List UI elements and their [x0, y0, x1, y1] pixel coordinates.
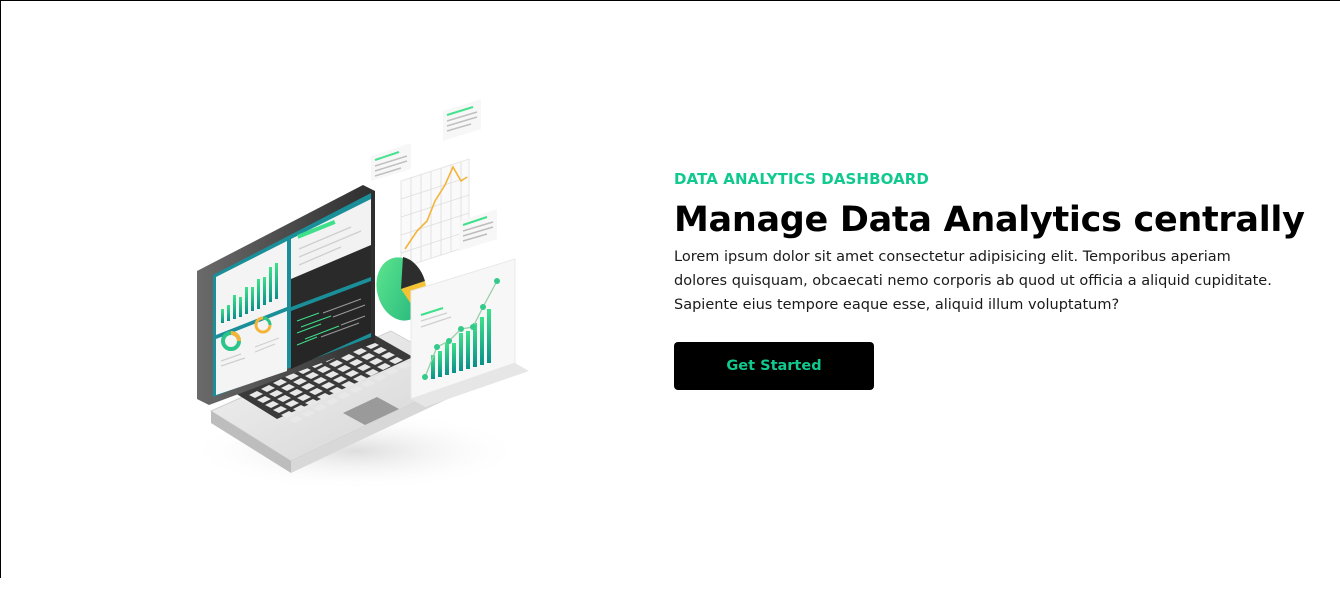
hero-headline: Manage Data Analytics centrally: [674, 200, 1305, 240]
hero-description: Lorem ipsum dolor sit amet consectetur a…: [674, 249, 1272, 313]
hero-eyebrow: DATA ANALYTICS DASHBOARD: [674, 170, 929, 188]
page-frame: DATA ANALYTICS DASHBOARD Manage Data Ana…: [0, 0, 1340, 578]
get-started-button[interactable]: Get Started: [674, 342, 874, 390]
hero-content: DATA ANALYTICS DASHBOARD Manage Data Ana…: [674, 169, 1305, 390]
laptop-analytics-illustration: [171, 81, 551, 491]
